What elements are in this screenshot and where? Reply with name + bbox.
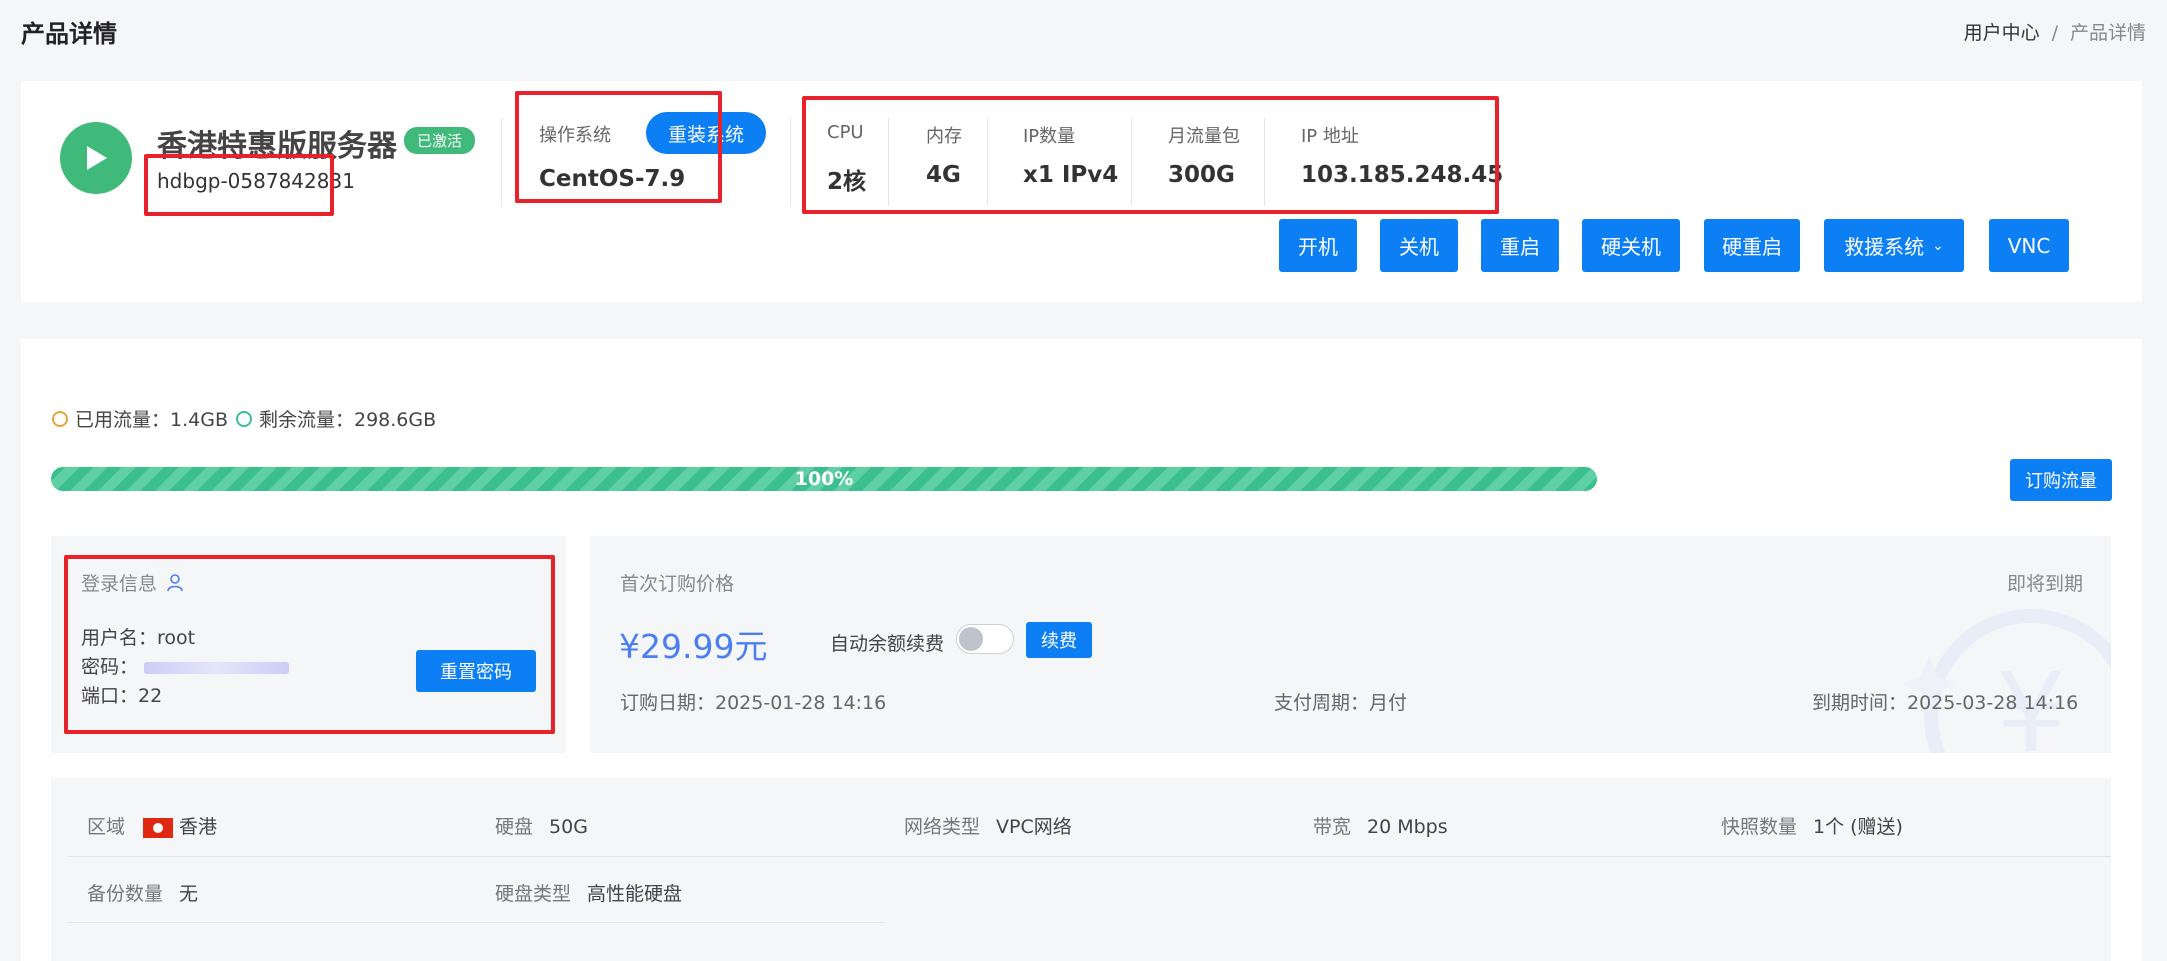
remaining-traffic-label: 剩余流量：298.6GB: [258, 409, 437, 431]
play-icon: [60, 122, 132, 194]
ip-count-value: x1 IPv4: [1023, 162, 1119, 188]
detail-backup-value: 无: [179, 883, 199, 905]
detail-snapshot: 快照数量 1个 (赠送): [1721, 812, 1903, 839]
detail-bandwidth: 带宽 20 Mbps: [1313, 812, 1448, 839]
traffic-legend: 已用流量：1.4GB 剩余流量：298.6GB: [52, 405, 436, 432]
traffic-package-value: 300G: [1168, 162, 1235, 188]
cpu-value: 2核: [827, 169, 867, 195]
detail-network-type-label: 网络类型: [904, 816, 981, 838]
breadcrumb: 用户中心 / 产品详情: [1964, 18, 2146, 45]
divider: [987, 118, 988, 206]
power-off-button[interactable]: 关机: [1380, 219, 1458, 272]
rescue-system-label: 救援系统: [1844, 235, 1925, 259]
order-date-text: 订购日期：2025-01-28 14:16: [620, 692, 887, 714]
detail-region-value: 香港: [179, 816, 218, 838]
detail-network-type: 网络类型 VPC网络: [904, 812, 1072, 839]
username-text: 用户名：root: [81, 627, 196, 649]
traffic-package-label: 月流量包: [1168, 126, 1240, 147]
billing-panel: ¥: [590, 536, 2111, 753]
breadcrumb-separator: /: [2051, 22, 2058, 44]
detail-disk-type-label: 硬盘类型: [495, 883, 572, 905]
currency-watermark-icon: ¥: [1901, 609, 2111, 753]
detail-bandwidth-label: 带宽: [1313, 816, 1352, 838]
detail-disk-type: 硬盘类型 高性能硬盘: [495, 879, 682, 906]
login-info-title-text: 登录信息: [81, 573, 158, 595]
page-title: 产品详情: [21, 20, 117, 48]
divider: [501, 118, 502, 206]
detail-backup-label: 备份数量: [87, 883, 164, 905]
divider: [790, 118, 791, 206]
row-divider: [68, 856, 2111, 857]
divider: [1264, 118, 1265, 206]
password-masked: [144, 661, 290, 674]
ip-count-label: IP数量: [1023, 126, 1076, 147]
expiring-soon-label: 即将到期: [2006, 573, 2083, 595]
first-price-label: 首次订购价格: [620, 573, 735, 595]
login-info-title: 登录信息: [81, 569, 183, 596]
reinstall-system-button[interactable]: 重装系统: [646, 112, 766, 154]
user-icon: [167, 574, 183, 592]
hard-power-off-button[interactable]: 硬关机: [1582, 219, 1680, 272]
detail-network-type-value: VPC网络: [996, 816, 1072, 838]
rescue-system-dropdown[interactable]: 救援系统 ⌄: [1824, 219, 1964, 272]
divider: [888, 118, 889, 206]
os-value: CentOS-7.9: [539, 166, 686, 192]
price-value: ¥29.99元: [619, 627, 768, 666]
used-traffic-dot-icon: [52, 410, 68, 427]
memory-label: 内存: [926, 126, 962, 147]
hk-flag-icon: [143, 817, 174, 838]
auto-renew-label: 自动余额续费: [830, 633, 945, 655]
row-divider: [68, 922, 884, 923]
used-traffic-label: 已用流量：1.4GB: [75, 409, 228, 431]
detail-backup: 备份数量无: [87, 879, 198, 906]
spec-detail-panel: [51, 778, 2111, 961]
renew-button[interactable]: 续费: [1026, 622, 1092, 658]
detail-bandwidth-value: 20 Mbps: [1367, 816, 1448, 838]
product-name: 香港特惠版服务器: [157, 129, 397, 164]
detail-disk-label: 硬盘: [495, 816, 534, 838]
port-text: 端口：22: [81, 685, 163, 707]
vnc-button[interactable]: VNC: [1989, 219, 2069, 272]
detail-snapshot-value: 1个 (赠送): [1813, 816, 1903, 838]
detail-disk: 硬盘 50G: [495, 812, 588, 839]
os-label: 操作系统: [539, 125, 611, 146]
divider: [1131, 118, 1132, 206]
status-badge: 已激活: [404, 127, 476, 154]
detail-region-label: 区域: [87, 816, 126, 838]
reboot-button[interactable]: 重启: [1481, 219, 1559, 272]
password-row: 密码：: [81, 652, 290, 679]
ip-address-value: 103.185.248.45: [1301, 162, 1504, 188]
password-label: 密码：: [81, 656, 139, 678]
auto-renew-toggle[interactable]: [956, 624, 1014, 654]
power-on-button[interactable]: 开机: [1279, 219, 1357, 272]
detail-region: 区域 香港: [87, 812, 217, 839]
detail-disk-value: 50G: [549, 816, 588, 838]
toggle-knob: [959, 627, 983, 651]
traffic-progress-bar: 100%: [51, 467, 1597, 491]
expire-date-text: 到期时间：2025-03-28 14:16: [1812, 692, 2079, 714]
cpu-label: CPU: [827, 122, 864, 143]
hard-reboot-button[interactable]: 硬重启: [1704, 219, 1800, 272]
buy-traffic-button[interactable]: 订购流量: [2010, 459, 2112, 501]
breadcrumb-root-link[interactable]: 用户中心: [1964, 22, 2040, 44]
breadcrumb-current: 产品详情: [2069, 22, 2146, 44]
reset-password-button[interactable]: 重置密码: [416, 650, 536, 692]
pay-cycle-text: 支付周期：月付: [1274, 692, 1408, 714]
traffic-progress-text: 100%: [794, 468, 854, 490]
remaining-traffic-dot-icon: [235, 410, 252, 427]
ip-address-label: IP 地址: [1301, 126, 1359, 147]
memory-value: 4G: [926, 162, 961, 188]
detail-snapshot-label: 快照数量: [1721, 816, 1798, 838]
chevron-down-icon: ⌄: [1932, 237, 1944, 254]
hostname: hdbgp-0587842831: [157, 169, 355, 193]
detail-disk-type-value: 高性能硬盘: [587, 883, 683, 905]
